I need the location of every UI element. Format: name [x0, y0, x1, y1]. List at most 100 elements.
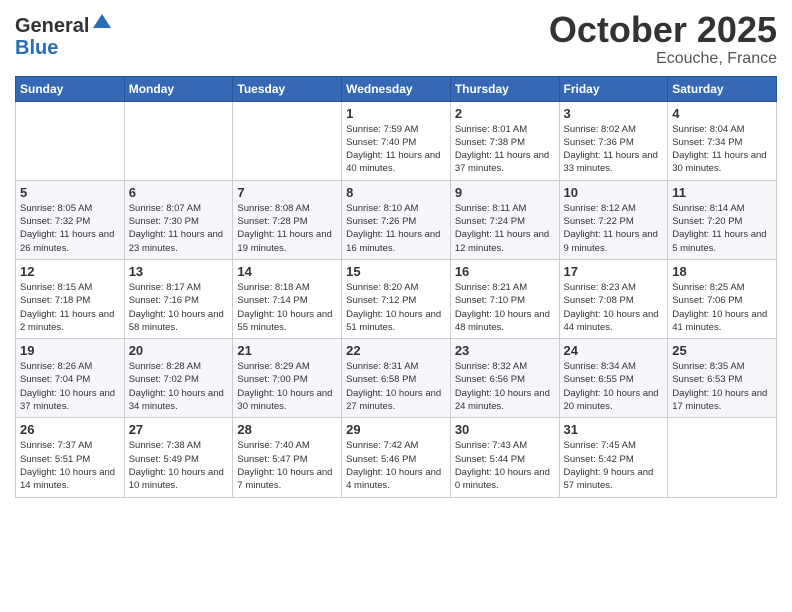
calendar-cell: 4 Sunrise: 8:04 AM Sunset: 7:34 PM Daylig…	[668, 101, 777, 180]
day-number: 25	[672, 343, 772, 358]
calendar-cell: 24 Sunrise: 8:34 AM Sunset: 6:55 PM Dayli…	[559, 339, 668, 418]
day-info: Sunrise: 8:23 AM Sunset: 7:08 PM Dayligh…	[564, 281, 664, 334]
calendar-week-2: 5Sunrise: 8:05 AM Sunset: 7:32 PM Daylig…	[16, 180, 777, 259]
calendar-cell: 9Sunrise: 8:11 AM Sunset: 7:24 PM Daylig…	[450, 180, 559, 259]
day-number: 16	[455, 264, 555, 279]
calendar-cell: 18 Sunrise: 8:25 AM Sunset: 7:06 PM Dayli…	[668, 259, 777, 338]
day-number: 30	[455, 422, 555, 437]
calendar-body: 1Sunrise: 7:59 AM Sunset: 7:40 PM Daylig…	[16, 101, 777, 497]
day-info: Sunrise: 8:07 AM Sunset: 7:30 PM Dayligh…	[129, 202, 229, 255]
day-info: Sunrise: 8:29 AM Sunset: 7:00 PM Dayligh…	[237, 360, 337, 413]
logo-blue-text: Blue	[15, 37, 113, 59]
day-number: 20	[129, 343, 229, 358]
day-number: 27	[129, 422, 229, 437]
day-info: Sunrise: 8:18 AM Sunset: 7:14 PM Dayligh…	[237, 281, 337, 334]
calendar-cell: 29 Sunrise: 7:42 AM Sunset: 5:46 PM Dayli…	[342, 418, 451, 497]
calendar-cell: 15Sunrise: 8:20 AM Sunset: 7:12 PM Dayli…	[342, 259, 451, 338]
day-number: 11	[672, 185, 772, 200]
calendar-cell: 6Sunrise: 8:07 AM Sunset: 7:30 PM Daylig…	[124, 180, 233, 259]
calendar-cell	[233, 101, 342, 180]
header: General Blue October 2025 Ecouche, Franc…	[15, 10, 777, 68]
page: General Blue October 2025 Ecouche, Franc…	[0, 0, 792, 508]
day-info: Sunrise: 8:28 AM Sunset: 7:02 PM Dayligh…	[129, 360, 229, 413]
calendar-cell: 5Sunrise: 8:05 AM Sunset: 7:32 PM Daylig…	[16, 180, 125, 259]
calendar-cell	[16, 101, 125, 180]
day-info: Sunrise: 7:45 AM Sunset: 5:42 PM Dayligh…	[564, 439, 664, 492]
day-info: Sunrise: 8:26 AM Sunset: 7:04 PM Dayligh…	[20, 360, 120, 413]
day-info: Sunrise: 7:43 AM Sunset: 5:44 PM Dayligh…	[455, 439, 555, 492]
month-title: October 2025	[549, 10, 777, 50]
day-info: Sunrise: 8:08 AM Sunset: 7:28 PM Dayligh…	[237, 202, 337, 255]
day-info: Sunrise: 8:34 AM Sunset: 6:55 PM Dayligh…	[564, 360, 664, 413]
calendar-cell: 21 Sunrise: 8:29 AM Sunset: 7:00 PM Dayli…	[233, 339, 342, 418]
calendar-cell: 8 Sunrise: 8:10 AM Sunset: 7:26 PM Daylig…	[342, 180, 451, 259]
day-number: 17	[564, 264, 664, 279]
day-info: Sunrise: 8:21 AM Sunset: 7:10 PM Dayligh…	[455, 281, 555, 334]
day-info: Sunrise: 8:32 AM Sunset: 6:56 PM Dayligh…	[455, 360, 555, 413]
calendar-cell: 1Sunrise: 7:59 AM Sunset: 7:40 PM Daylig…	[342, 101, 451, 180]
calendar-cell: 23 Sunrise: 8:32 AM Sunset: 6:56 PM Dayli…	[450, 339, 559, 418]
calendar-cell: 31 Sunrise: 7:45 AM Sunset: 5:42 PM Dayli…	[559, 418, 668, 497]
day-number: 21	[237, 343, 337, 358]
day-number: 1	[346, 106, 446, 121]
calendar-week-3: 12Sunrise: 8:15 AM Sunset: 7:18 PM Dayli…	[16, 259, 777, 338]
day-number: 5	[20, 185, 120, 200]
calendar-cell: 20 Sunrise: 8:28 AM Sunset: 7:02 PM Dayli…	[124, 339, 233, 418]
calendar-cell: 22Sunrise: 8:31 AM Sunset: 6:58 PM Dayli…	[342, 339, 451, 418]
day-number: 10	[564, 185, 664, 200]
day-number: 2	[455, 106, 555, 121]
calendar-cell: 16 Sunrise: 8:21 AM Sunset: 7:10 PM Dayli…	[450, 259, 559, 338]
calendar-cell: 10Sunrise: 8:12 AM Sunset: 7:22 PM Dayli…	[559, 180, 668, 259]
calendar-cell: 13 Sunrise: 8:17 AM Sunset: 7:16 PM Dayli…	[124, 259, 233, 338]
weekday-header-monday: Monday	[124, 76, 233, 101]
calendar-week-1: 1Sunrise: 7:59 AM Sunset: 7:40 PM Daylig…	[16, 101, 777, 180]
logo-general: General	[15, 15, 89, 37]
day-info: Sunrise: 8:04 AM Sunset: 7:34 PM Dayligh…	[672, 123, 772, 176]
calendar-cell: 27Sunrise: 7:38 AM Sunset: 5:49 PM Dayli…	[124, 418, 233, 497]
logo-text: General	[15, 10, 113, 37]
day-number: 14	[237, 264, 337, 279]
day-info: Sunrise: 8:17 AM Sunset: 7:16 PM Dayligh…	[129, 281, 229, 334]
calendar-cell: 12Sunrise: 8:15 AM Sunset: 7:18 PM Dayli…	[16, 259, 125, 338]
day-number: 24	[564, 343, 664, 358]
weekday-header-sunday: Sunday	[16, 76, 125, 101]
day-number: 8	[346, 185, 446, 200]
calendar-cell: 14 Sunrise: 8:18 AM Sunset: 7:14 PM Dayli…	[233, 259, 342, 338]
calendar-week-4: 19 Sunrise: 8:26 AM Sunset: 7:04 PM Dayli…	[16, 339, 777, 418]
day-info: Sunrise: 8:20 AM Sunset: 7:12 PM Dayligh…	[346, 281, 446, 334]
calendar-cell: 2Sunrise: 8:01 AM Sunset: 7:38 PM Daylig…	[450, 101, 559, 180]
day-info: Sunrise: 7:37 AM Sunset: 5:51 PM Dayligh…	[20, 439, 120, 492]
day-number: 12	[20, 264, 120, 279]
day-number: 18	[672, 264, 772, 279]
day-number: 23	[455, 343, 555, 358]
day-number: 4	[672, 106, 772, 121]
day-number: 3	[564, 106, 664, 121]
weekday-header-friday: Friday	[559, 76, 668, 101]
calendar-cell	[668, 418, 777, 497]
calendar-cell: 11 Sunrise: 8:14 AM Sunset: 7:20 PM Dayli…	[668, 180, 777, 259]
day-info: Sunrise: 7:42 AM Sunset: 5:46 PM Dayligh…	[346, 439, 446, 492]
calendar-cell: 26Sunrise: 7:37 AM Sunset: 5:51 PM Dayli…	[16, 418, 125, 497]
calendar-week-5: 26Sunrise: 7:37 AM Sunset: 5:51 PM Dayli…	[16, 418, 777, 497]
weekday-header-tuesday: Tuesday	[233, 76, 342, 101]
calendar-cell: 7 Sunrise: 8:08 AM Sunset: 7:28 PM Daylig…	[233, 180, 342, 259]
day-info: Sunrise: 7:40 AM Sunset: 5:47 PM Dayligh…	[237, 439, 337, 492]
day-number: 31	[564, 422, 664, 437]
logo-blue-label: Blue	[15, 37, 58, 59]
day-info: Sunrise: 8:25 AM Sunset: 7:06 PM Dayligh…	[672, 281, 772, 334]
calendar: SundayMondayTuesdayWednesdayThursdayFrid…	[15, 76, 777, 498]
calendar-cell: 25 Sunrise: 8:35 AM Sunset: 6:53 PM Dayli…	[668, 339, 777, 418]
day-number: 29	[346, 422, 446, 437]
title-block: October 2025 Ecouche, France	[549, 10, 777, 68]
logo: General Blue	[15, 10, 113, 59]
day-info: Sunrise: 8:35 AM Sunset: 6:53 PM Dayligh…	[672, 360, 772, 413]
day-info: Sunrise: 8:10 AM Sunset: 7:26 PM Dayligh…	[346, 202, 446, 255]
weekday-header-saturday: Saturday	[668, 76, 777, 101]
day-number: 13	[129, 264, 229, 279]
weekday-header-wednesday: Wednesday	[342, 76, 451, 101]
calendar-cell: 3Sunrise: 8:02 AM Sunset: 7:36 PM Daylig…	[559, 101, 668, 180]
day-number: 7	[237, 185, 337, 200]
logo-icon	[91, 10, 113, 32]
day-number: 19	[20, 343, 120, 358]
day-info: Sunrise: 8:14 AM Sunset: 7:20 PM Dayligh…	[672, 202, 772, 255]
